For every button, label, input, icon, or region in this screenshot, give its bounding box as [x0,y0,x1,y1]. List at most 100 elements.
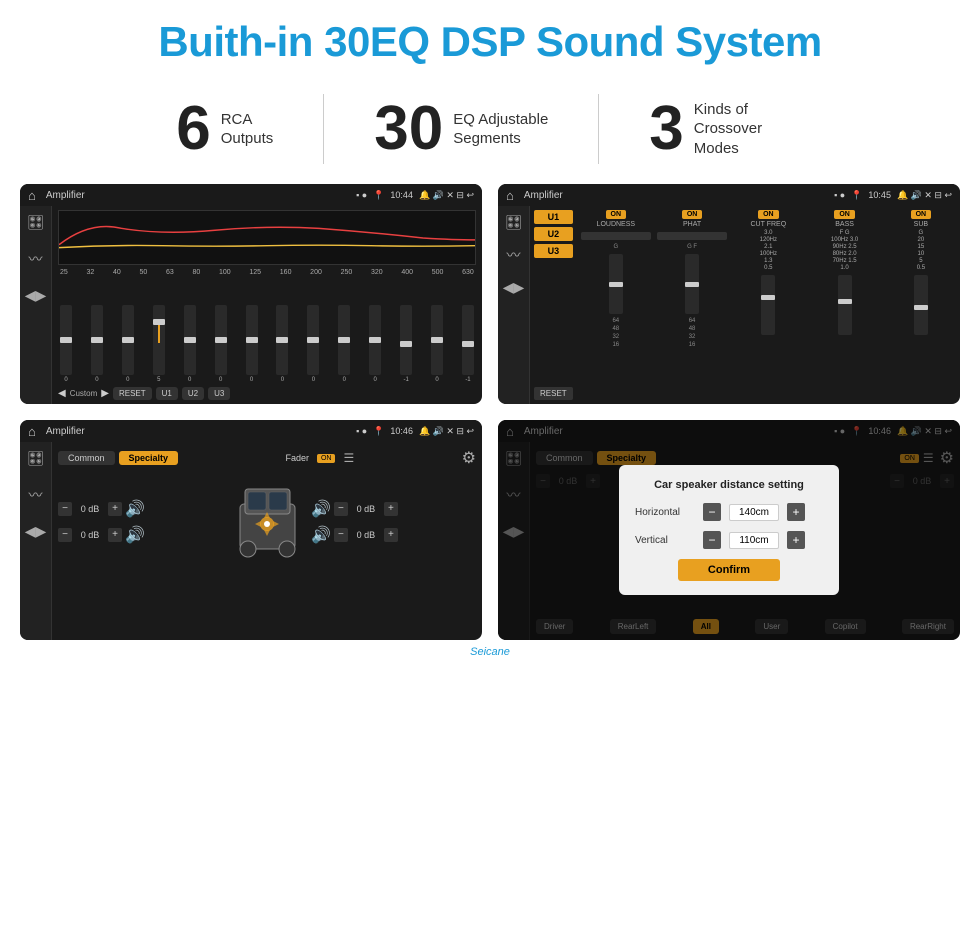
cutfreq-vslider[interactable] [761,275,775,335]
phat-label: PHAT [683,221,701,228]
fr-minus-btn[interactable]: − [334,502,348,516]
loudness-slider[interactable] [581,232,651,240]
fl-value: 0 dB [75,504,105,514]
crossover-sidebar: 🎛 〰 ◀▶ [498,206,530,404]
eq-slider-3[interactable]: 0 [122,305,134,383]
eq-slider-9[interactable]: 0 [307,305,319,383]
eq-slider-4[interactable]: 5 [153,305,165,383]
vertical-plus-btn[interactable]: + [787,531,805,549]
fl-plus-btn[interactable]: + [108,502,122,516]
fr-plus-btn[interactable]: + [384,502,398,516]
left-speakers: − 0 dB + 🔊 − 0 dB + 🔊 [58,499,223,545]
eq-slider-7[interactable]: 0 [246,305,258,383]
dialog-box: Car speaker distance setting Horizontal … [619,465,839,595]
rr-value: 0 dB [351,530,381,540]
tab-specialty[interactable]: Specialty [119,451,179,465]
eq-time: 10:44 [390,190,413,200]
dialog-title: Car speaker distance setting [635,479,823,491]
eq-reset-button[interactable]: RESET [113,387,152,400]
crossover-u3-button[interactable]: U3 [534,244,573,258]
eq-slider-5[interactable]: 0 [184,305,196,383]
rl-minus-btn[interactable]: − [58,528,72,542]
fader-row: Fader ON ☰ [285,451,354,465]
crossover-channels: ON LOUDNESS G 64 48 32 16 [581,210,956,400]
fl-minus-btn[interactable]: − [58,502,72,516]
eq-u2-button[interactable]: U2 [182,387,204,400]
crossover-u1-button[interactable]: U1 [534,210,573,224]
eq-prev-icon[interactable]: ◀ [58,388,66,399]
sub-on-button[interactable]: ON [911,210,932,219]
horizontal-plus-btn[interactable]: + [787,503,805,521]
eq-slider-1[interactable]: 0 [60,305,72,383]
horizontal-minus-btn[interactable]: − [703,503,721,521]
rr-plus-btn[interactable]: + [384,528,398,542]
eq-slider-11[interactable]: 0 [369,305,381,383]
crossover-main: U1 U2 U3 RESET ON LOUDNESS G [530,206,960,404]
phat-on-button[interactable]: ON [682,210,703,219]
crossover-home-icon[interactable]: ⌂ [506,188,514,203]
eq-sidebar-icon-1[interactable]: 🎛 [27,214,45,231]
eq-slider-13[interactable]: 0 [431,305,443,383]
eq-custom-label: Custom [70,389,98,398]
eq-slider-14[interactable]: -1 [462,305,474,383]
crossover-status-icons: 🔔 🔊 ✕ ⊟ ↩ [897,190,952,201]
common1-time: 10:46 [390,426,413,436]
crossover-sidebar-icon-1[interactable]: 🎛 [505,214,523,231]
eq-screen-content: 🎛 〰 ◀▶ 253240506380100125160200250320400… [20,206,482,404]
loudness-on-button[interactable]: ON [606,210,627,219]
common1-status-icons: 🔔 🔊 ✕ ⊟ ↩ [419,426,474,437]
common1-main: Common Specialty Fader ON ☰ ⚙ − [52,442,482,640]
rr-minus-btn[interactable]: − [334,528,348,542]
eq-sliders-container: 0 0 0 5 0 [58,280,476,383]
sub-vslider[interactable] [914,275,928,335]
eq-slider-12[interactable]: -1 [400,305,412,383]
phat-slider[interactable] [657,232,727,240]
crossover-sidebar-icon-3[interactable]: ◀▶ [503,279,525,296]
crossover-reset-button[interactable]: RESET [534,387,573,400]
eq-sidebar-icon-2[interactable]: 〰 [29,249,43,269]
dialog-overlay: Car speaker distance setting Horizontal … [498,420,960,640]
bass-vslider[interactable] [838,275,852,335]
crossover-sidebar-icon-2[interactable]: 〰 [507,245,521,265]
eq-graph [58,210,476,265]
fr-value: 0 dB [351,504,381,514]
eq-u3-button[interactable]: U3 [208,387,230,400]
eq-next-icon[interactable]: ▶ [101,388,109,399]
common1-sidebar-icon-1[interactable]: 🎛 [27,450,45,467]
settings-icon[interactable]: ⚙ [462,448,476,468]
dialog-vertical-label: Vertical [635,535,695,546]
crossover-location-icon: 📍 [851,190,862,201]
common2-screenshot: ⌂ Amplifier ▪ ● 📍 10:46 🔔 🔊 ✕ ⊟ ↩ 🎛 〰 ◀▶… [498,420,960,640]
eq-u1-button[interactable]: U1 [156,387,178,400]
eq-sidebar-icon-3[interactable]: ◀▶ [25,287,47,304]
eq-slider-2[interactable]: 0 [91,305,103,383]
eq-home-icon[interactable]: ⌂ [28,188,36,203]
stat-eq-number: 30 [374,98,443,160]
eq-location-icon: 📍 [373,190,384,201]
eq-slider-10[interactable]: 0 [338,305,350,383]
common1-dots-icon: ▪ ● [356,426,367,436]
stat-eq: 30 EQ AdjustableSegments [324,98,598,160]
cutfreq-label: CUT FREQ [751,221,787,228]
stat-crossover-number: 3 [649,98,683,160]
common1-sidebar-icon-3[interactable]: ◀▶ [25,523,47,540]
speaker-ctrl-rr: 🔊 − 0 dB + [311,525,476,545]
eq-slider-8[interactable]: 0 [276,305,288,383]
common1-sidebar-icon-2[interactable]: 〰 [29,485,43,505]
cutfreq-on-button[interactable]: ON [758,210,779,219]
car-svg [230,474,305,569]
right-speakers: 🔊 − 0 dB + 🔊 − 0 dB + [311,499,476,545]
tab-common[interactable]: Common [58,451,115,465]
loudness-vslider[interactable] [609,254,623,314]
dialog-horizontal-label: Horizontal [635,507,695,518]
crossover-u2-button[interactable]: U2 [534,227,573,241]
vertical-minus-btn[interactable]: − [703,531,721,549]
eq-slider-6[interactable]: 0 [215,305,227,383]
confirm-button[interactable]: Confirm [678,559,780,581]
rl-plus-btn[interactable]: + [108,528,122,542]
watermark: Seicane [0,646,980,658]
common1-home-icon[interactable]: ⌂ [28,424,36,439]
phat-vslider[interactable] [685,254,699,314]
eq-main: 253240506380100125160200250320400500630 … [52,206,482,404]
bass-on-button[interactable]: ON [834,210,855,219]
